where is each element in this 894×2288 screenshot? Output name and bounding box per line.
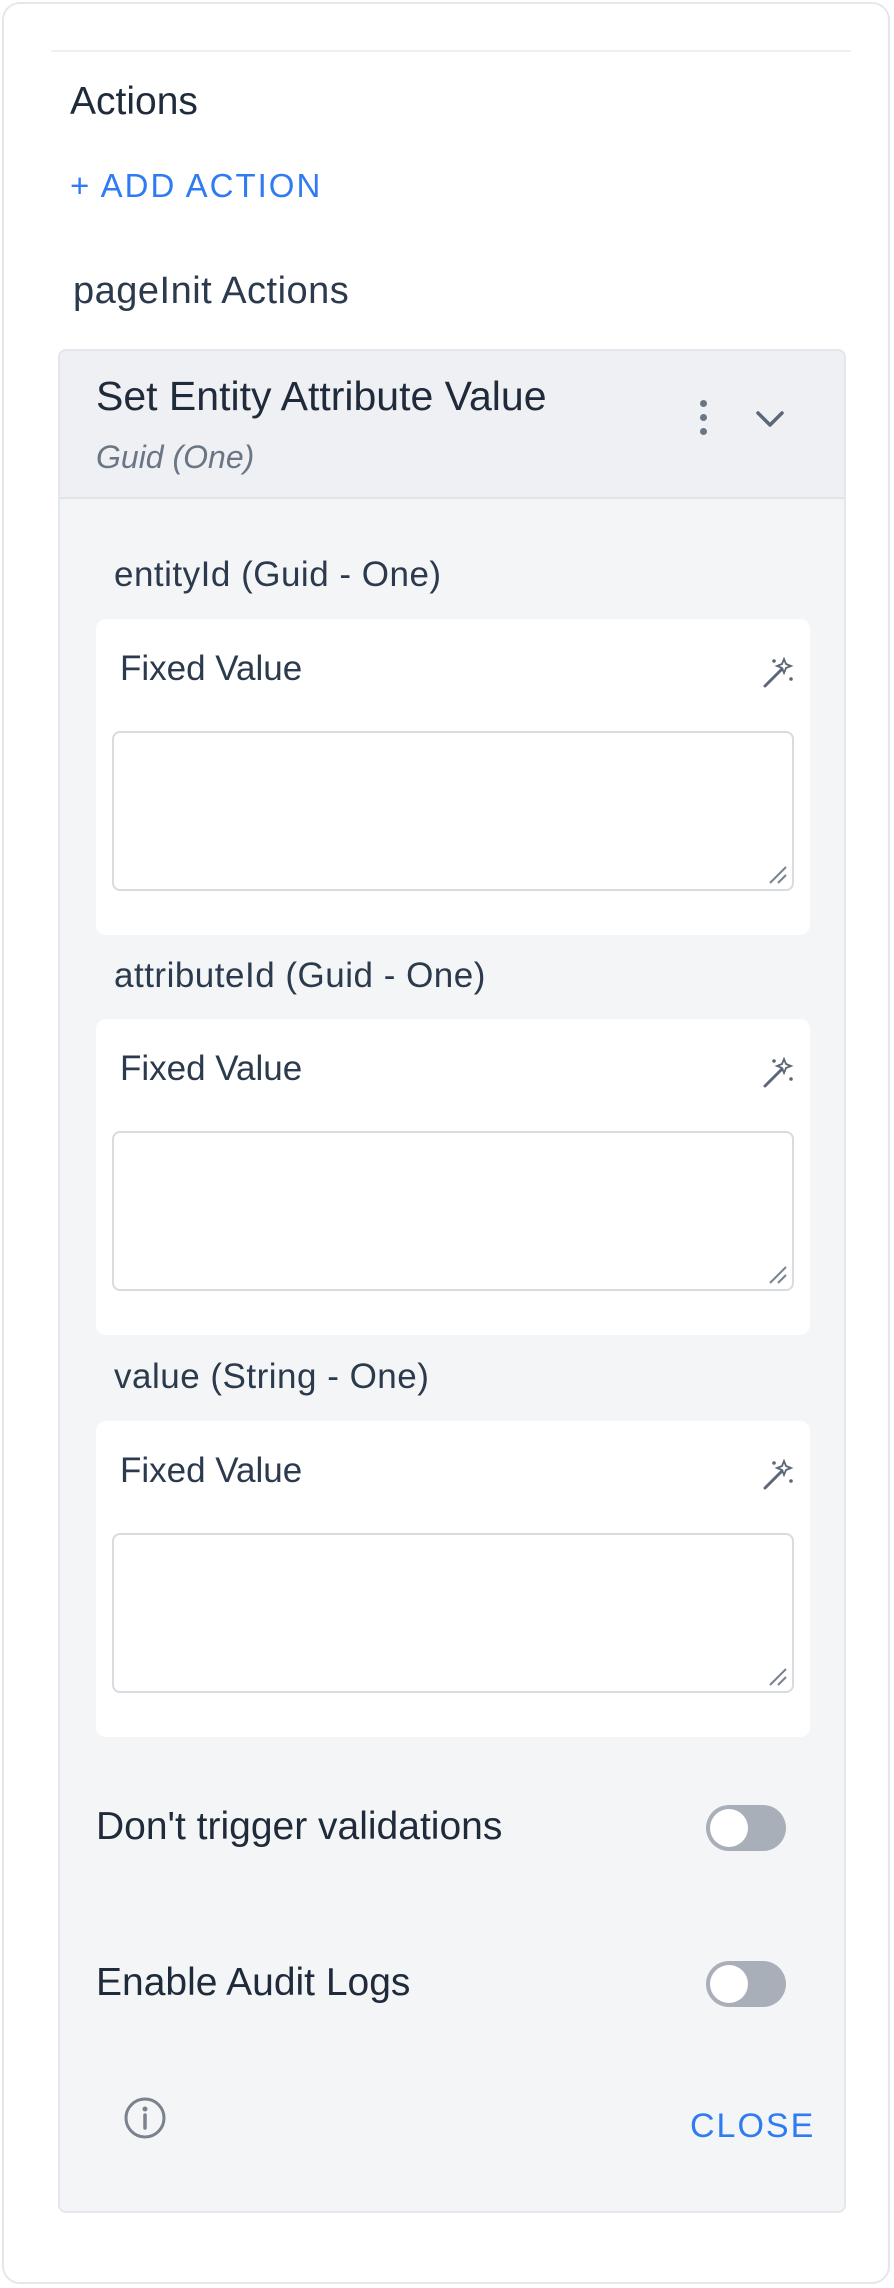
param-box-value: Fixed Value <box>96 1421 810 1737</box>
magic-wand-icon[interactable] <box>760 1055 796 1091</box>
resize-handle-icon[interactable] <box>766 863 788 885</box>
magic-wand-icon[interactable] <box>760 1457 796 1493</box>
add-action-button[interactable]: + ADD ACTION <box>70 167 322 205</box>
divider <box>51 50 851 52</box>
fixed-value-label: Fixed Value <box>120 1049 303 1088</box>
fixed-value-label: Fixed Value <box>120 1451 303 1490</box>
dont-trigger-validations-label: Don't trigger validations <box>96 1805 503 1848</box>
attributeid-value-input[interactable] <box>112 1131 794 1291</box>
param-label-entityid: entityId (Guid - One) <box>114 555 442 594</box>
info-icon[interactable] <box>122 2095 168 2141</box>
resize-handle-icon[interactable] <box>766 1665 788 1687</box>
param-label-attributeid: attributeId (Guid - One) <box>114 956 486 995</box>
section-heading: Actions <box>70 80 198 123</box>
action-group-title: pageInit Actions <box>73 270 350 312</box>
enable-audit-logs-toggle[interactable] <box>706 1961 786 2007</box>
param-label-value: value (String - One) <box>114 1357 430 1396</box>
dont-trigger-validations-toggle[interactable] <box>706 1805 786 1851</box>
param-box-entityid: Fixed Value <box>96 619 810 935</box>
kebab-menu-icon[interactable] <box>686 397 720 447</box>
actions-panel: Actions + ADD ACTION pageInit Actions Se… <box>2 2 890 2284</box>
action-card-header[interactable]: Set Entity Attribute Value Guid (One) <box>60 351 844 499</box>
toggle-knob <box>710 1809 748 1847</box>
param-box-attributeid: Fixed Value <box>96 1019 810 1335</box>
resize-handle-icon[interactable] <box>766 1263 788 1285</box>
entityid-value-input[interactable] <box>112 731 794 891</box>
toggle-knob <box>710 1965 748 2003</box>
chevron-down-icon[interactable] <box>750 397 790 443</box>
action-card: Set Entity Attribute Value Guid (One) en… <box>58 349 846 2213</box>
value-input[interactable] <box>112 1533 794 1693</box>
close-button[interactable]: CLOSE <box>690 2107 815 2146</box>
enable-audit-logs-label: Enable Audit Logs <box>96 1961 411 2004</box>
magic-wand-icon[interactable] <box>760 655 796 691</box>
action-title: Set Entity Attribute Value <box>96 373 547 419</box>
action-subtitle: Guid (One) <box>96 439 255 475</box>
fixed-value-label: Fixed Value <box>120 649 303 688</box>
